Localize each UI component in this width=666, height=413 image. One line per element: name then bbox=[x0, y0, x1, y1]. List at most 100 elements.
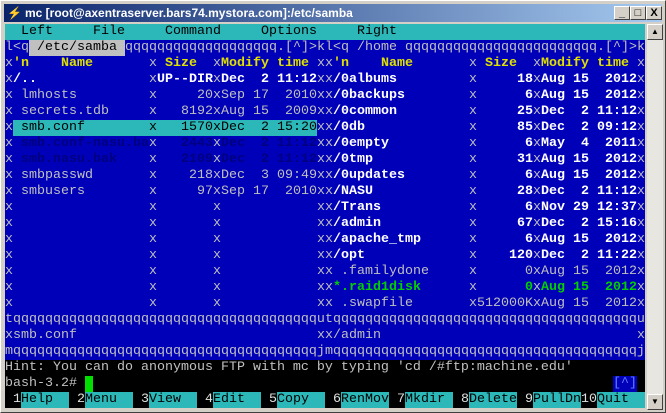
column-header-modify-time[interactable]: Modify time bbox=[221, 56, 309, 72]
column-divider: x bbox=[317, 56, 325, 71]
minimize-button[interactable]: _ bbox=[614, 6, 630, 20]
window-title: mc [root@axentraserver.bars74.mystora.co… bbox=[25, 6, 353, 20]
menu-item-file[interactable]: File bbox=[93, 24, 125, 40]
column-divider: x bbox=[469, 136, 477, 151]
file-type-marker: / bbox=[333, 120, 341, 135]
fkey-number: 10 bbox=[581, 392, 597, 407]
subshell-indicator[interactable]: [^] bbox=[613, 376, 637, 392]
sort-indicator[interactable]: 'n bbox=[333, 56, 349, 72]
file-name[interactable]: NASU bbox=[341, 184, 469, 200]
column-divider: x bbox=[5, 184, 13, 199]
file-size: 20 bbox=[197, 88, 213, 103]
column-divider: x bbox=[149, 136, 157, 151]
menu-item-left[interactable]: Left bbox=[21, 24, 53, 40]
file-name[interactable]: 0tmp bbox=[341, 152, 469, 168]
left_panel-history-button[interactable]: .[^]>k bbox=[277, 40, 325, 56]
file-type-marker bbox=[13, 88, 21, 104]
file-name[interactable]: .swapfile bbox=[341, 296, 469, 312]
menu-item-right[interactable]: Right bbox=[357, 24, 397, 40]
right_panel-mini-status: /admin bbox=[333, 328, 381, 343]
file-size: 6 bbox=[525, 88, 533, 103]
column-divider: x bbox=[317, 184, 325, 199]
column-divider: x bbox=[213, 184, 221, 199]
column-divider: x bbox=[317, 120, 325, 135]
file-name[interactable]: apache_tmp bbox=[341, 232, 469, 248]
column-header-name[interactable]: Name bbox=[381, 56, 413, 72]
file-modify-time: Sep 17 2010 bbox=[221, 88, 317, 103]
fkey-edit-button[interactable]: Edit bbox=[213, 392, 261, 408]
right_panel-history-button[interactable]: .[^]>k bbox=[597, 40, 645, 56]
file-name[interactable]: smbpasswd bbox=[21, 168, 149, 184]
column-divider: x bbox=[469, 200, 477, 215]
fkey-help-button[interactable]: Help bbox=[21, 392, 69, 408]
fkey-mkdir-button[interactable]: Mkdir bbox=[405, 392, 453, 408]
file-name[interactable]: smb.conf bbox=[21, 120, 149, 136]
file-name[interactable]: secrets.tdb bbox=[21, 104, 149, 120]
column-divider: x bbox=[533, 72, 541, 87]
column-header-size[interactable]: Size bbox=[485, 56, 517, 72]
file-name[interactable]: opt bbox=[341, 248, 469, 264]
fkey-view-button[interactable]: View bbox=[149, 392, 197, 408]
fkey-number: 9 bbox=[525, 392, 533, 407]
menu-item-options[interactable]: Options bbox=[261, 24, 317, 40]
column-divider: x bbox=[469, 296, 477, 311]
file-modify-time: Dec 2 11:12 bbox=[221, 136, 317, 151]
fkey-copy-button[interactable]: Copy bbox=[277, 392, 325, 408]
file-type-marker bbox=[13, 184, 21, 200]
fkey-menu-button[interactable]: Menu bbox=[85, 392, 133, 408]
close-button[interactable]: X bbox=[646, 6, 662, 20]
file-modify-time: Aug 15 2012 bbox=[541, 280, 637, 295]
file-type-marker bbox=[333, 296, 341, 312]
column-header-modify-time[interactable]: Modify time bbox=[541, 56, 629, 72]
scroll-down-arrow-icon[interactable]: ▼ bbox=[647, 394, 663, 410]
file-type-marker: / bbox=[333, 168, 341, 183]
left_panel-mini-status: smb.conf bbox=[13, 328, 77, 343]
file-name[interactable]: smb.nasu.bak bbox=[21, 152, 149, 168]
file-name[interactable]: lmhosts bbox=[21, 88, 149, 104]
column-divider: x bbox=[213, 56, 221, 71]
column-divider: x bbox=[149, 232, 157, 247]
panel-border: l<q bbox=[325, 40, 349, 55]
column-divider: x bbox=[325, 72, 333, 87]
scrollbar[interactable]: ▲ ▼ bbox=[647, 24, 663, 410]
file-type-marker: / bbox=[333, 104, 341, 119]
file-name[interactable]: 0common bbox=[341, 104, 469, 120]
sort-indicator[interactable]: 'n bbox=[13, 56, 29, 72]
file-modify-time: Sep 17 2010 bbox=[221, 184, 317, 199]
file-name[interactable]: smbusers bbox=[21, 184, 149, 200]
menu-item-command[interactable]: Command bbox=[165, 24, 221, 40]
column-header-name[interactable]: Name bbox=[61, 56, 93, 72]
file-size: 512000K bbox=[477, 296, 533, 311]
file-name[interactable]: .raid1disk bbox=[341, 280, 469, 296]
fkey-pulldn-button[interactable]: PullDn bbox=[533, 392, 581, 408]
file-name[interactable]: 0empty bbox=[341, 136, 469, 152]
scroll-up-arrow-icon[interactable]: ▲ bbox=[647, 24, 663, 40]
column-divider: x bbox=[5, 232, 13, 247]
file-name[interactable]: .. bbox=[21, 72, 149, 88]
file-name[interactable]: 0albums bbox=[341, 72, 469, 88]
file-name[interactable]: smb.conf-nasu.bak bbox=[21, 136, 149, 152]
panel-border: mqqqqqqqqqqqqqqqqqqqqqqqqqqqqqqqqqqqqqqj bbox=[5, 344, 325, 359]
file-name[interactable]: 0db bbox=[341, 120, 469, 136]
maximize-button[interactable]: □ bbox=[630, 6, 646, 20]
file-name[interactable]: admin bbox=[341, 216, 469, 232]
column-divider: x bbox=[533, 136, 541, 151]
fkey-quit-button[interactable]: Quit bbox=[597, 392, 645, 408]
file-name[interactable]: .familydone bbox=[341, 264, 469, 280]
putty-icon[interactable]: ⚡ bbox=[7, 6, 22, 20]
column-divider: x bbox=[469, 264, 477, 279]
file-size: 0 bbox=[525, 280, 533, 295]
column-header-size[interactable]: Size bbox=[165, 56, 197, 72]
file-size: 0 bbox=[525, 264, 533, 279]
panel-border: x bbox=[325, 328, 333, 343]
column-divider: x bbox=[637, 184, 645, 199]
column-divider: x bbox=[317, 216, 325, 231]
fkey-delete-button[interactable]: Delete bbox=[469, 392, 517, 408]
fkey-renmov-button[interactable]: RenMov bbox=[341, 392, 389, 408]
file-type-marker: / bbox=[333, 136, 341, 151]
terminal-screen[interactable]: Left File Command Options Right l<q/etc/samba… bbox=[5, 24, 645, 408]
command-input-cursor[interactable] bbox=[85, 376, 93, 392]
file-name[interactable]: Trans bbox=[341, 200, 469, 216]
file-name[interactable]: 0updates bbox=[341, 168, 469, 184]
file-name[interactable]: 0backups bbox=[341, 88, 469, 104]
